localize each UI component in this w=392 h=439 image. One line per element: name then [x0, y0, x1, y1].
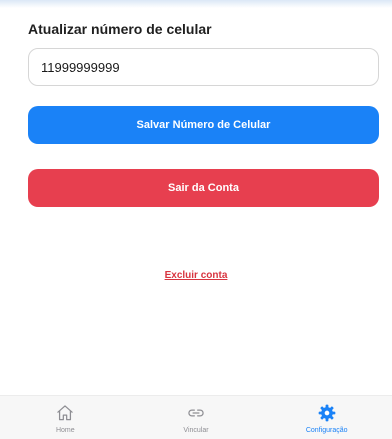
tab-settings-label: Configuração	[305, 427, 348, 434]
tab-link[interactable]: Vincular	[131, 396, 262, 439]
top-fade	[0, 0, 392, 8]
phone-number-input[interactable]	[28, 48, 379, 86]
tab-home-label: Home	[55, 427, 75, 434]
home-icon	[57, 405, 74, 421]
delete-account-link[interactable]: Excluir conta	[0, 270, 392, 281]
bottom-tab-bar: Home Vincular Configuração	[0, 395, 392, 439]
tab-settings[interactable]: Configuração	[261, 396, 392, 439]
link-icon	[188, 409, 204, 417]
gear-icon	[318, 404, 336, 422]
tab-link-label: Vincular	[183, 427, 209, 434]
tab-home[interactable]: Home	[0, 396, 131, 439]
phone-section-title: Atualizar número de celular	[28, 21, 212, 37]
logout-button[interactable]: Sair da Conta	[28, 169, 379, 207]
save-phone-button[interactable]: Salvar Número de Celular	[28, 106, 379, 144]
settings-screen: Atualizar número de celular Salvar Númer…	[0, 0, 392, 439]
